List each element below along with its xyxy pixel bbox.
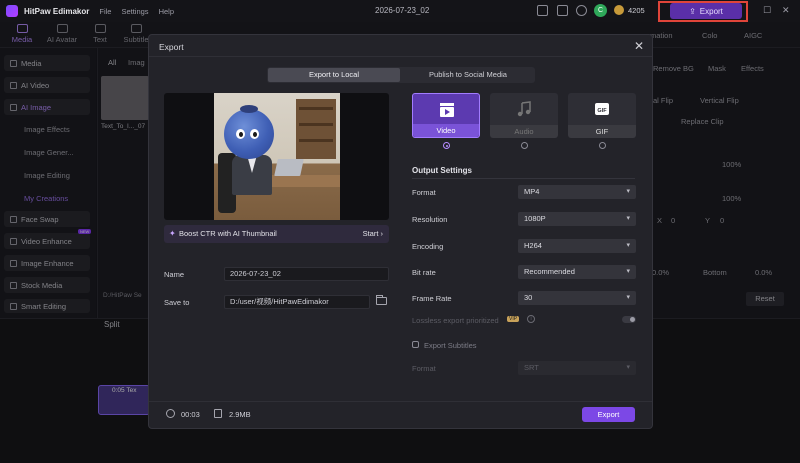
- format-label: Format: [412, 188, 436, 197]
- sparkle-icon: ✦: [169, 229, 176, 238]
- framerate-select[interactable]: 30 ▾: [518, 291, 636, 305]
- app-logo-icon: [6, 5, 18, 17]
- dialog-title: Export: [159, 42, 184, 52]
- radio-video[interactable]: [443, 142, 450, 149]
- document-title: 2026-07-23_02: [375, 6, 430, 15]
- blueberry-crown-shape: [240, 105, 258, 113]
- name-input[interactable]: 2026-07-23_02: [224, 267, 389, 281]
- layout-icon[interactable]: [537, 5, 548, 16]
- save-icon[interactable]: [557, 5, 568, 16]
- radio-audio[interactable]: [521, 142, 528, 149]
- close-window-icon[interactable]: ✕: [782, 5, 790, 16]
- chevron-down-icon: ▾: [626, 215, 630, 222]
- subtitle-format-label: Format: [412, 364, 436, 373]
- chevron-down-icon: ▾: [626, 364, 630, 371]
- close-icon[interactable]: ✕: [634, 39, 644, 53]
- chevron-down-icon: ▾: [626, 242, 630, 249]
- export-button[interactable]: Export: [582, 407, 635, 422]
- lossless-export-toggle[interactable]: [622, 316, 636, 323]
- export-dialog: Export ✕ Export to Local Publish to Soci…: [148, 34, 653, 429]
- tab-publish-to-social-media[interactable]: Publish to Social Media: [402, 68, 534, 82]
- file-size-text: 2.9MB: [229, 410, 251, 419]
- export-subtitles-label: Export Subtitles: [424, 341, 477, 350]
- resolution-label: Resolution: [412, 215, 448, 224]
- coins-count: 4205: [628, 6, 645, 15]
- download-icon[interactable]: [576, 5, 587, 16]
- ai-thumbnail-text: Boost CTR with AI Thumbnail: [179, 229, 277, 238]
- name-label: Name: [164, 270, 185, 279]
- format-card-video[interactable]: Video: [412, 93, 480, 138]
- ai-thumbnail-banner[interactable]: ✦ Boost CTR with AI Thumbnail Start ›: [164, 225, 389, 243]
- encoding-label: Encoding: [412, 242, 444, 251]
- gif-icon: GIF: [595, 103, 609, 115]
- left-eye-shape: [236, 129, 245, 139]
- lossless-export-label: Lossless export prioritized: [412, 316, 499, 325]
- encoding-select[interactable]: H264 ▾: [518, 239, 636, 253]
- clock-icon: [166, 409, 175, 418]
- output-settings-title: Output Settings: [412, 166, 472, 175]
- resolution-select[interactable]: 1080P ▾: [518, 212, 636, 226]
- preview-image: [214, 93, 340, 220]
- video-clapper-icon: [440, 103, 454, 117]
- menu-help[interactable]: Help: [159, 7, 174, 16]
- dialog-header: Export ✕: [149, 35, 652, 57]
- app-title: HitPaw Edimakor: [24, 6, 90, 16]
- vip-badge: VIP: [507, 316, 520, 322]
- chevron-down-icon: ▾: [626, 268, 630, 275]
- svg-text:GIF: GIF: [597, 108, 607, 114]
- tab-export-to-local[interactable]: Export to Local: [268, 68, 400, 82]
- coin-icon: [614, 5, 624, 15]
- music-note-icon: [517, 101, 531, 117]
- chevron-down-icon: ▾: [626, 188, 630, 195]
- ai-thumbnail-start-button[interactable]: Start ›: [363, 229, 383, 238]
- menu-file[interactable]: File: [99, 7, 111, 16]
- save-to-input[interactable]: D:/user/视频/HitPawEdimakor: [224, 295, 370, 309]
- duration-text: 00:03: [181, 410, 200, 419]
- file-size-icon: [214, 409, 222, 418]
- format-video-label: Video: [413, 124, 479, 137]
- blueberry-head-shape: [224, 109, 274, 159]
- bitrate-select[interactable]: Recommended ▾: [518, 265, 636, 279]
- highlight-box: [658, 1, 748, 22]
- format-card-audio[interactable]: Audio: [490, 93, 558, 138]
- format-gif-label: GIF: [568, 125, 636, 138]
- video-preview: [164, 93, 389, 220]
- framerate-label: Frame Rate: [412, 294, 452, 303]
- dialog-footer: [149, 401, 652, 429]
- save-to-label: Save to: [164, 298, 190, 307]
- subtitle-format-select[interactable]: SRT ▾: [518, 361, 636, 375]
- info-icon[interactable]: i: [527, 315, 535, 323]
- format-select[interactable]: MP4 ▾: [518, 185, 636, 199]
- right-eye-shape: [250, 129, 259, 139]
- format-audio-label: Audio: [490, 125, 558, 138]
- bitrate-label: Bit rate: [412, 268, 436, 277]
- user-avatar[interactable]: C: [594, 4, 607, 17]
- maximize-icon[interactable]: ☐: [763, 5, 771, 16]
- export-destination-tabs: Export to Local Publish to Social Media: [267, 67, 535, 83]
- menu-settings[interactable]: Settings: [121, 7, 148, 16]
- laptop-shape: [274, 159, 304, 176]
- folder-icon[interactable]: [376, 295, 387, 305]
- chevron-down-icon: ▾: [626, 294, 630, 301]
- bookshelf-shape: [296, 99, 336, 159]
- output-settings-divider: [412, 178, 635, 179]
- radio-gif[interactable]: [599, 142, 606, 149]
- format-card-gif[interactable]: GIF GIF: [568, 93, 636, 138]
- export-subtitles-checkbox[interactable]: [412, 341, 419, 348]
